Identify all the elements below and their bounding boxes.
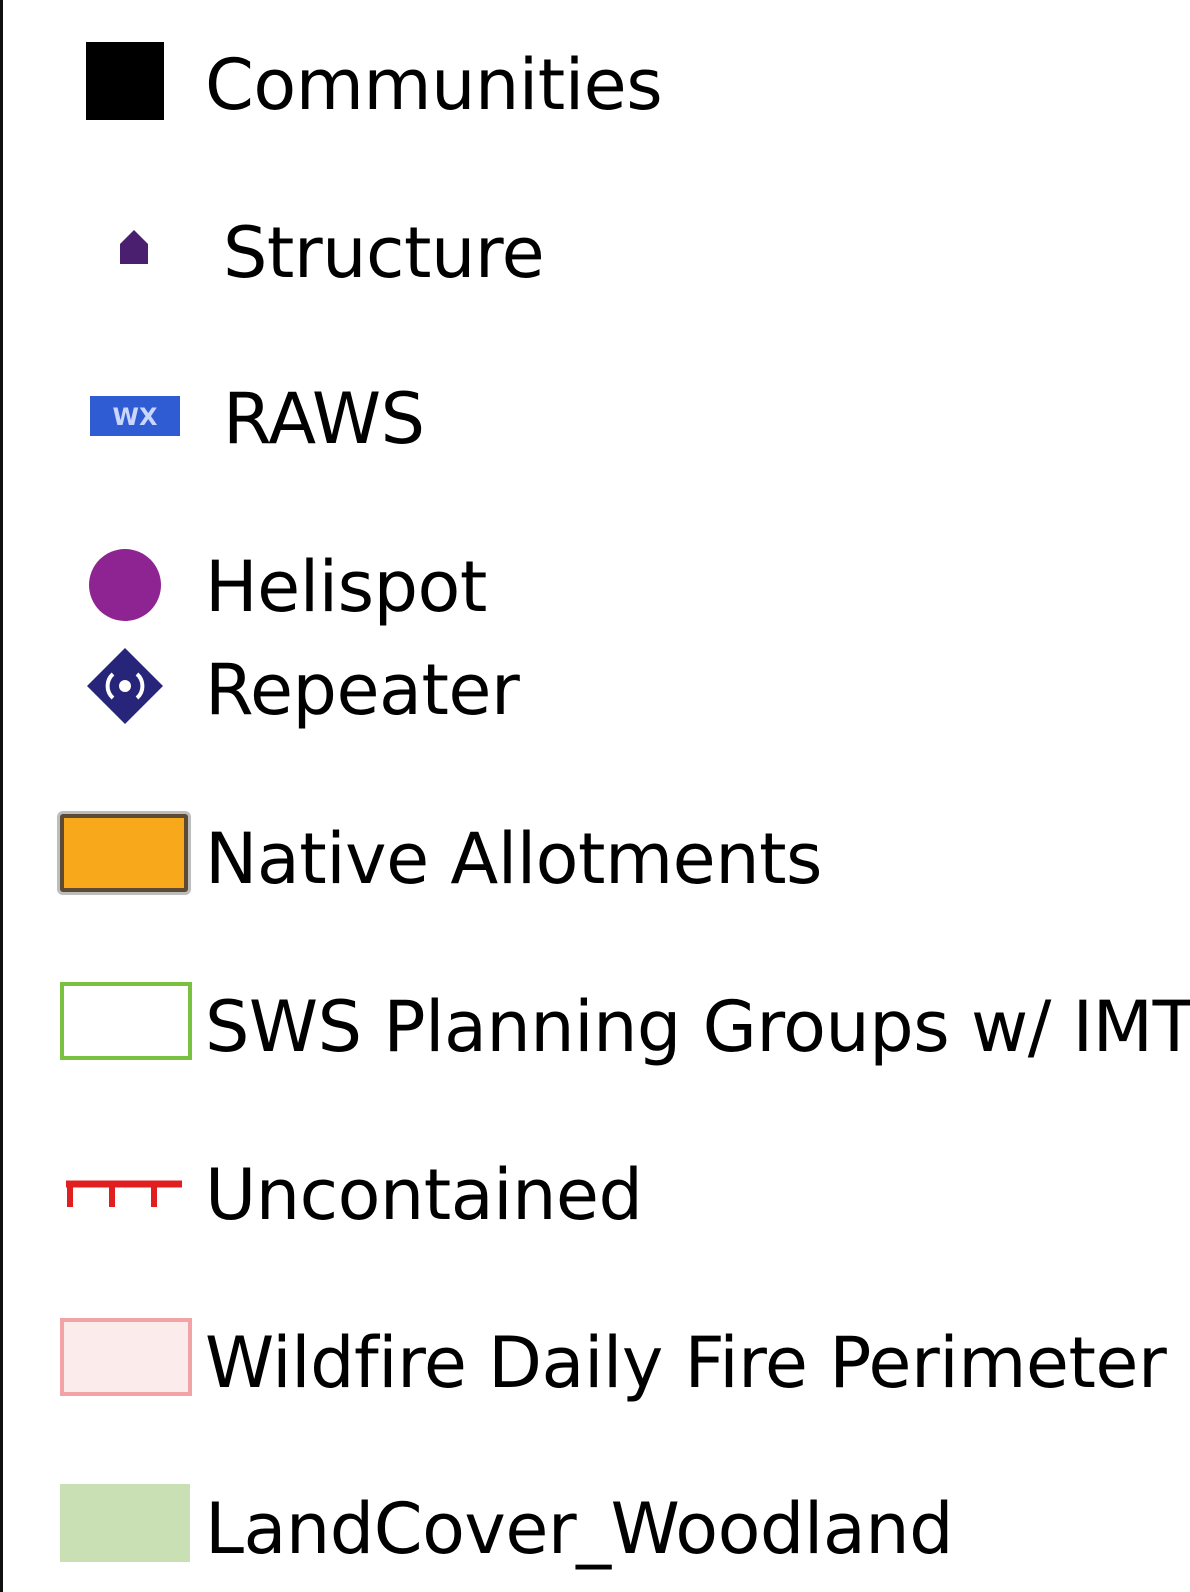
legend-item-landcover-woodland: LandCover_Woodland (0, 1474, 1190, 1584)
legend-item-structure: Structure (0, 198, 1190, 308)
communities-square-icon (86, 42, 164, 120)
house-icon (120, 230, 148, 264)
legend-item-helispot: Helispot (0, 532, 1190, 642)
legend-label: Uncontained (205, 1154, 643, 1236)
legend-label: RAWS (223, 378, 425, 460)
pink-polygon-swatch (60, 1318, 192, 1396)
red-hachured-line-icon (66, 1180, 182, 1207)
svg-text:WX: WX (113, 403, 158, 431)
legend-item-wildfire-daily-fire-perimeter: Wildfire Daily Fire Perimeter (0, 1308, 1190, 1418)
purple-circle-icon (89, 549, 161, 621)
raws-station-icon: WX (90, 396, 180, 436)
legend-label: LandCover_Woodland (205, 1488, 954, 1570)
legend-item-communities: Communities (0, 30, 1190, 140)
legend-item-raws: WX RAWS (0, 364, 1190, 474)
legend-item-native-allotments: Native Allotments (0, 804, 1190, 914)
green-fill-polygon-swatch (60, 1484, 190, 1562)
legend-label: Structure (223, 212, 545, 294)
legend-label: Repeater (205, 649, 520, 731)
orange-polygon-swatch (60, 814, 188, 892)
legend-label: SWS Planning Groups w/ IMT (205, 986, 1190, 1068)
legend-item-repeater: Repeater (0, 635, 1190, 745)
legend-label: Communities (205, 44, 663, 126)
legend-label: Helispot (205, 546, 487, 628)
legend-item-uncontained: Uncontained (0, 1140, 1190, 1250)
green-outline-polygon-swatch (60, 982, 192, 1060)
legend-label: Wildfire Daily Fire Perimeter (205, 1322, 1167, 1404)
legend-label: Native Allotments (205, 818, 823, 900)
radio-repeater-diamond-icon (87, 648, 163, 724)
legend-item-sws-planning-groups: SWS Planning Groups w/ IMT (0, 972, 1190, 1082)
